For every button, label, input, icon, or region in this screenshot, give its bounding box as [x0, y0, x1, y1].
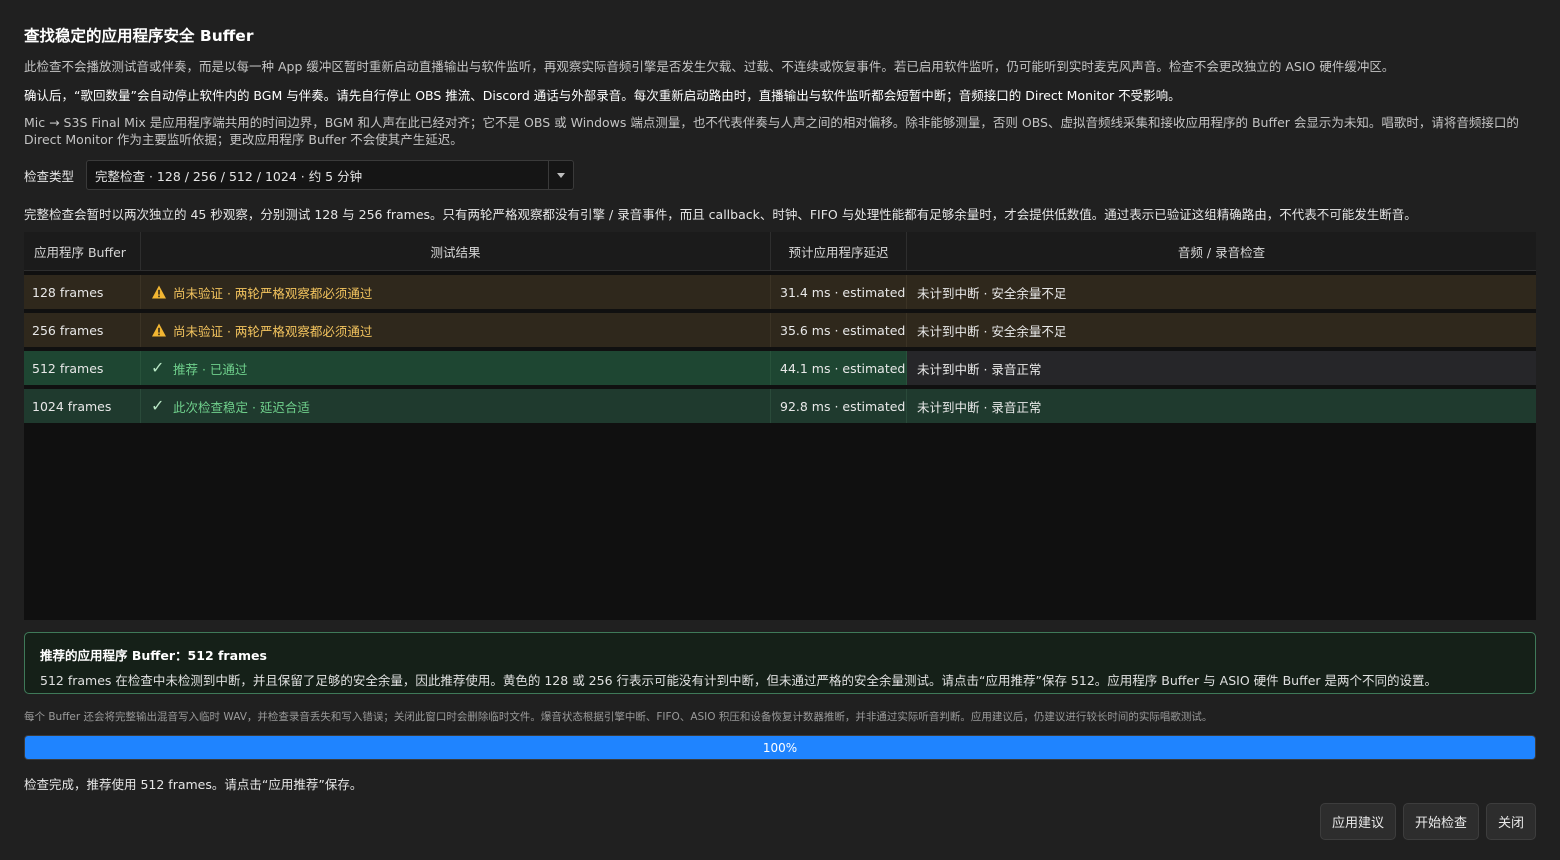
- audio-check-cell: 未计到中断 · 录音正常: [907, 351, 1536, 385]
- table-row[interactable]: 128 frames 尚未验证 · 两轮严格观察都必须通过 31.4 ms · …: [24, 275, 1536, 309]
- button-bar: 应用建议 开始检查 关闭: [1319, 803, 1536, 840]
- audio-check-cell: 未计到中断 · 安全余量不足: [917, 285, 1067, 301]
- result-text: 此次检查稳定 · 延迟合适: [173, 399, 310, 415]
- progress-label: 100%: [762, 740, 798, 755]
- chevron-down-icon: [557, 172, 565, 178]
- result-cell: 尚未验证 · 两轮严格观察都必须通过: [141, 313, 771, 347]
- check-type-select[interactable]: 完整检查 · 128 / 256 / 512 / 1024 · 约 5 分钟: [86, 160, 574, 190]
- result-text: 尚未验证 · 两轮严格观察都必须通过: [173, 323, 373, 339]
- check-type-label: 检查类型: [24, 168, 75, 184]
- header-buffer[interactable]: 应用程序 Buffer: [24, 232, 141, 270]
- dialog-title: 查找稳定的应用程序安全 Buffer: [24, 27, 254, 45]
- close-button[interactable]: 关闭: [1485, 803, 1536, 840]
- table-row[interactable]: 256 frames 尚未验证 · 两轮严格观察都必须通过 35.6 ms · …: [24, 313, 1536, 347]
- progress-bar: 100%: [24, 735, 1536, 760]
- result-text: 尚未验证 · 两轮严格观察都必须通过: [173, 285, 373, 301]
- results-table: 应用程序 Buffer 测试结果 预计应用程序延迟 音频 / 录音检查 128 …: [24, 232, 1536, 620]
- latency-cell: 44.1 ms · estimated: [771, 351, 907, 385]
- check-type-value: 完整检查 · 128 / 256 / 512 / 1024 · 约 5 分钟: [95, 168, 363, 184]
- table-row[interactable]: 512 frames ✓ 推荐 · 已通过 44.1 ms · estimate…: [24, 351, 1536, 385]
- checkmark-icon: ✓: [151, 396, 165, 415]
- result-text: 推荐 · 已通过: [173, 361, 248, 377]
- dropdown-arrow-button[interactable]: [548, 161, 573, 189]
- buffer-cell: 256 frames: [24, 313, 141, 347]
- start-check-button[interactable]: 开始检查: [1402, 803, 1479, 840]
- buffer-cell: 128 frames: [24, 275, 141, 309]
- buffer-cell: 512 frames: [24, 351, 141, 385]
- full-check-description: 完整检查会暂时以两次独立的 45 秒观察，分别测试 128 与 256 fram…: [24, 207, 1417, 222]
- result-cell: 尚未验证 · 两轮严格观察都必须通过: [141, 275, 771, 309]
- latency-cell: 31.4 ms · estimated: [771, 275, 907, 309]
- confirm-text: 确认后，“歌回数量”会自动停止软件内的 BGM 与伴奏。请先自行停止 OBS 推…: [24, 88, 1181, 103]
- result-cell: ✓ 此次检查稳定 · 延迟合适: [141, 389, 771, 423]
- audio-check-cell: 未计到中断 · 安全余量不足: [917, 323, 1067, 339]
- header-latency[interactable]: 预计应用程序延迟: [771, 232, 907, 270]
- recommendation-title: 推荐的应用程序 Buffer：512 frames: [40, 648, 267, 663]
- audio-check-cell: 未计到中断 · 录音正常: [907, 389, 1536, 423]
- checkmark-icon: ✓: [151, 358, 165, 377]
- buffer-cell: 1024 frames: [24, 389, 141, 423]
- status-text: 检查完成，推荐使用 512 frames。请点击“应用推荐”保存。: [24, 777, 363, 792]
- table-row[interactable]: 1024 frames ✓ 此次检查稳定 · 延迟合适 92.8 ms · es…: [24, 389, 1536, 423]
- table-header: 应用程序 Buffer 测试结果 预计应用程序延迟 音频 / 录音检查: [24, 232, 1536, 271]
- intro-text: 此检查不会播放测试音或伴奏，而是以每一种 App 缓冲区暂时重新启动直播输出与软…: [24, 59, 1395, 74]
- latency-note: Mic → S3S Final Mix 是应用程序端共用的时间边界，BGM 和人…: [24, 115, 1519, 147]
- check-type-row: 检查类型 完整检查 · 128 / 256 / 512 / 1024 · 约 5…: [24, 159, 574, 191]
- latency-cell: 35.6 ms · estimated: [771, 313, 907, 347]
- warning-icon: [151, 284, 167, 300]
- recommendation-box: 推荐的应用程序 Buffer：512 frames 512 frames 在检查…: [24, 632, 1536, 694]
- warning-icon: [151, 322, 167, 338]
- header-result[interactable]: 测试结果: [141, 232, 771, 270]
- result-cell: ✓ 推荐 · 已通过: [141, 351, 771, 385]
- recommendation-body: 512 frames 在检查中未检测到中断，并且保留了足够的安全余量，因此推荐使…: [40, 673, 1438, 688]
- footnote: 每个 Buffer 还会将完整输出混音写入临时 WAV，并检查录音丢失和写入错误…: [24, 711, 1213, 723]
- apply-recommendation-button[interactable]: 应用建议: [1319, 803, 1396, 840]
- header-audio-check[interactable]: 音频 / 录音检查: [907, 232, 1536, 270]
- latency-cell: 92.8 ms · estimated: [771, 389, 907, 423]
